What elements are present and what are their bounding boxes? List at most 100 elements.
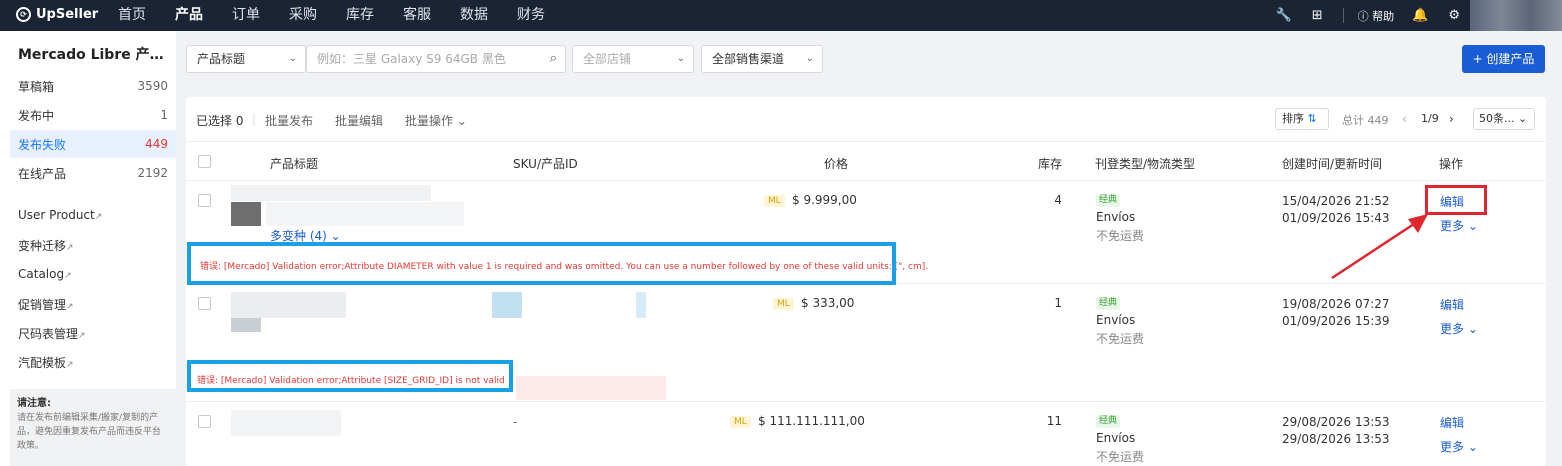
search-field-select[interactable]: 产品标题 ⌄ [186,45,306,73]
product-title-blurred [231,185,431,201]
created-time: 19/08/2026 07:27 [1282,297,1390,311]
nav-inventory[interactable]: 库存 [346,0,374,31]
sidebar-item-count: 2192 [137,166,168,180]
sidebar-link-promotions[interactable]: 促销管理↗ [18,296,74,313]
help-button[interactable]: ⓘ 帮助 [1358,8,1395,24]
sort-button[interactable]: 排序 ⇅ [1275,108,1329,130]
sidebar-item-count: 3590 [137,79,168,93]
notice-box: 请注意: 请在发布前编辑采集/搬家/复制的产品，避免因重复发布产品而违反平台政策… [10,389,176,466]
row-checkbox[interactable] [198,194,211,207]
nav-home[interactable]: 首页 [118,0,146,31]
create-product-button[interactable]: + 创建产品 [1462,45,1545,73]
apps-grid-icon[interactable]: ⊞ [1312,8,1323,23]
sort-label: 排序 [1282,112,1304,125]
sidebar-item-label: 草稿箱 [18,79,55,94]
nav-orders[interactable]: 订单 [232,0,260,31]
header-stock: 库存 [1038,157,1063,171]
external-link-icon: ↗ [66,360,74,370]
sidebar-item-drafts[interactable]: 草稿箱 3590 [10,72,176,100]
annotation-arrow-icon [1331,214,1428,280]
prev-page-icon[interactable]: ‹ [1402,112,1407,126]
logistics-type: Envíos [1096,210,1136,224]
more-dropdown[interactable]: 更多 ⌄ [1440,438,1478,455]
sidebar-link-size-chart[interactable]: 尺码表管理↗ [18,325,86,342]
sidebar-link-catalog[interactable]: Catalog↗ [18,267,72,281]
nav-finance[interactable]: 财务 [517,0,545,31]
nav-data[interactable]: 数据 [460,0,488,31]
sidebar-item-failed[interactable]: 发布失败 449 [10,130,176,158]
batch-publish-button[interactable]: 批量发布 [265,112,313,129]
header-title: 产品标题 [270,157,319,171]
ml-badge: ML [730,416,751,428]
more-label: 更多 [1440,219,1465,233]
external-link-icon: ↗ [64,271,72,281]
selected-number: 0 [235,114,244,128]
batch-edit-button[interactable]: 批量编辑 [335,112,383,129]
sidebar-item-label: 在线产品 [18,166,67,181]
nav-products[interactable]: 产品 [175,0,203,31]
app-logo[interactable]: ⟳ UpSeller [16,7,98,22]
external-link-icon: ↗ [78,331,86,341]
updated-time: 01/09/2026 15:39 [1282,314,1390,328]
page-size-value: 50条... [1479,112,1515,125]
chevron-down-icon: ⌄ [1518,112,1528,125]
product-thumbnail [231,318,261,332]
row-checkbox[interactable] [198,297,211,310]
sidebar-item-label: 发布失败 [18,137,67,152]
sort-icon: ⇅ [1307,112,1317,125]
wrench-icon[interactable]: 🔧 [1276,8,1292,23]
more-dropdown[interactable]: 更多 ⌄ [1440,217,1478,234]
gear-icon[interactable]: ⚙ [1448,8,1460,23]
chevron-down-icon: ⌄ [676,53,685,64]
listing-type-badge: 经典 [1096,415,1121,428]
edit-button[interactable]: 编辑 [1440,296,1464,313]
sidebar-link-label: 尺码表管理 [18,327,79,341]
search-icon[interactable]: ⌕ [550,46,557,72]
select-all-checkbox[interactable] [198,155,211,168]
error-highlight-box [187,360,513,392]
sidebar-link-variant-migration[interactable]: 变种迁移↗ [18,237,74,254]
variants-label: 多变种 (4) [270,229,327,243]
sidebar-link-label: 变种迁移 [18,239,67,253]
selected-count: 已选择 0 [196,112,243,129]
shipping-status: 不免运费 [1096,450,1145,464]
chevron-down-icon: ⌄ [805,53,814,64]
sidebar-item-count: 1 [160,108,168,122]
listing-type-badge: 经典 [1096,297,1121,310]
channel-select[interactable]: 全部销售渠道 ⌄ [701,45,823,73]
sku-value: - [513,415,518,429]
total-count: 总计 449 [1342,114,1389,127]
notice-text: 请在发布前编辑采集/搬家/复制的产品，避免因重复发布产品而违反平台政策。 [17,413,162,451]
user-avatar[interactable] [1470,0,1562,31]
arrow-line [1331,218,1421,280]
logistics-type: Envíos [1096,313,1136,327]
select-value: 全部销售渠道 [712,52,785,66]
external-link-icon: ↗ [66,302,74,312]
sidebar-link-auto-parts[interactable]: 汽配模板↗ [18,354,74,371]
shop-select[interactable]: 全部店铺 ⌄ [572,45,694,73]
page-size-select[interactable]: 50条... ⌄ [1473,108,1535,130]
bell-icon[interactable]: 🔔 [1412,8,1428,23]
table-row: - ML $ 111.111.111,00 11 经典 Envíos 不免运费 … [186,402,1546,466]
batch-ops-dropdown[interactable]: 批量操作 ⌄ [405,112,467,129]
sidebar-item-publishing[interactable]: 发布中 1 [10,101,176,129]
next-page-icon[interactable]: › [1449,112,1454,126]
more-label: 更多 [1440,440,1465,454]
edit-button[interactable]: 编辑 [1440,414,1464,431]
sidebar-link-label: 促销管理 [18,298,67,312]
sidebar-link-user-product[interactable]: User Product↗ [18,208,102,222]
updated-time: 29/08/2026 13:53 [1282,432,1390,446]
search-input[interactable]: 例如：三星 Galaxy S9 64GB 黑色 ⌕ [306,45,566,73]
sidebar: Mercado Libre 产… 草稿箱 3590 发布中 1 发布失败 449… [0,31,176,466]
sidebar-item-online[interactable]: 在线产品 2192 [10,159,176,187]
row-checkbox[interactable] [198,415,211,428]
logo-text: UpSeller [36,7,99,22]
more-dropdown[interactable]: 更多 ⌄ [1440,320,1478,337]
toolbar-divider: | [252,112,257,126]
nav-service[interactable]: 客服 [403,0,431,31]
more-label: 更多 [1440,322,1465,336]
header-actions: 操作 [1439,157,1464,171]
ml-badge: ML [764,195,785,207]
topbar-divider [1342,8,1344,23]
nav-purchase[interactable]: 采购 [289,0,317,31]
